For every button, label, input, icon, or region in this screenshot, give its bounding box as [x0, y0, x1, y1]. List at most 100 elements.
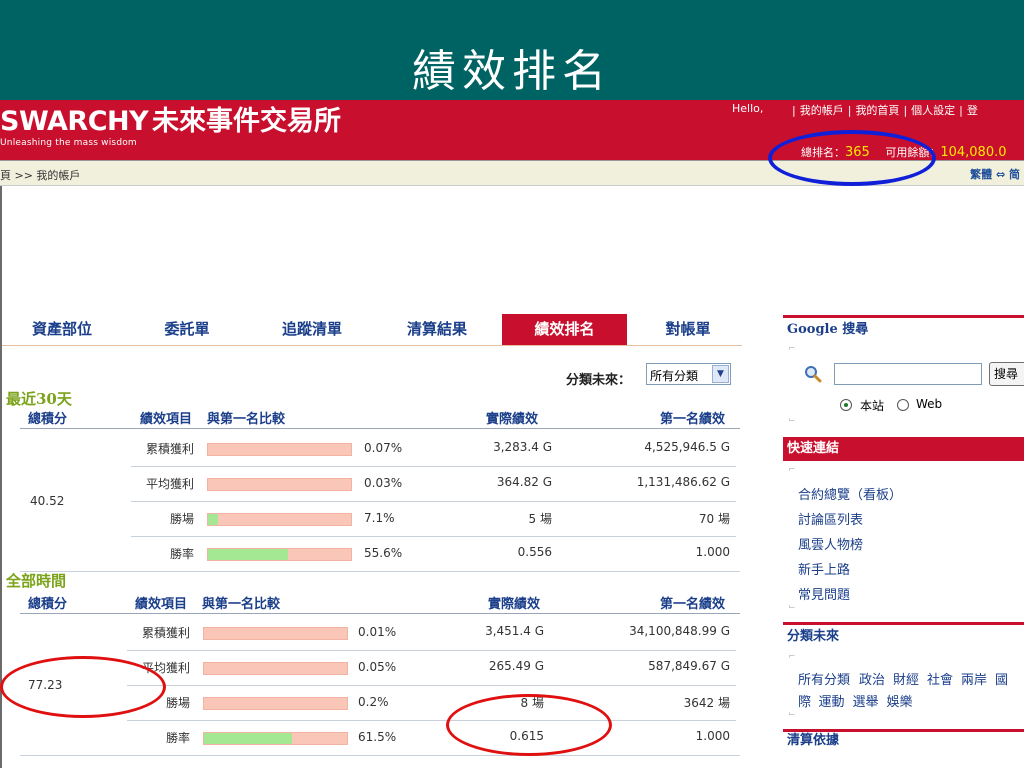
- corner-mark: ⌙: [788, 709, 796, 719]
- metric-label: 勝率: [169, 547, 194, 561]
- category-select[interactable]: 所有分類 ▼: [646, 363, 731, 385]
- row-divider: [131, 466, 736, 467]
- my-homepage-link[interactable]: 我的首頁: [855, 104, 899, 117]
- header-total-score: 總積分: [28, 412, 68, 427]
- tab-positions[interactable]: 資產部位: [2, 314, 122, 345]
- quick-link-newbie[interactable]: 新手上路: [798, 559, 850, 578]
- categories-title: 分類未來: [783, 622, 1024, 646]
- search-input[interactable]: [834, 363, 982, 385]
- actual-value: 0.556: [517, 545, 552, 559]
- row-divider: [127, 685, 736, 686]
- first-place-value: 587,849.67 G: [648, 659, 730, 673]
- comparison-percent: 61.5%: [358, 730, 397, 744]
- metric-label: 累積獲利: [141, 626, 190, 640]
- category-link[interactable]: 政治: [859, 669, 885, 688]
- corner-mark: ⌐: [788, 465, 796, 475]
- radio-site[interactable]: [840, 399, 852, 411]
- header-item: 績效項目: [135, 597, 188, 612]
- row-divider: [20, 571, 740, 572]
- logo-wordmark[interactable]: SWARCHY: [0, 106, 149, 138]
- header-first: 第一名績效: [660, 412, 726, 427]
- quick-link-contracts[interactable]: 合約總覽（看板）: [798, 484, 902, 503]
- comparison-bar: [203, 627, 348, 640]
- comparison-bar: [203, 732, 348, 745]
- category-link[interactable]: 所有分類: [798, 669, 850, 688]
- row-divider: [127, 650, 736, 651]
- divider: [20, 428, 740, 429]
- category-link[interactable]: 運動: [819, 691, 845, 710]
- clearing-basis-title: 清算依據: [783, 729, 1024, 749]
- link-separator: |: [903, 104, 908, 117]
- comparison-percent: 0.2%: [358, 695, 389, 709]
- row-divider: [127, 720, 736, 721]
- category-link[interactable]: 際: [798, 691, 811, 710]
- category-filter-label: 分類未來：: [566, 373, 632, 388]
- logo-tagline: Unleashing the mass wisdom: [0, 138, 137, 148]
- comparison-percent: 0.01%: [358, 625, 397, 639]
- radio-site-label: 本站: [860, 399, 885, 413]
- metric-label: 平均獲利: [145, 477, 194, 491]
- search-button[interactable]: 搜尋: [989, 362, 1024, 386]
- quick-link-faq[interactable]: 常見問題: [798, 584, 850, 603]
- google-search-title: Google 搜尋: [783, 315, 1024, 339]
- category-select-value: 所有分類: [650, 369, 699, 383]
- greeting: Hello,: [732, 102, 764, 115]
- comparison-bar: [207, 548, 352, 561]
- comparison-percent: 0.03%: [364, 476, 403, 490]
- link-separator: |: [959, 104, 963, 117]
- category-link[interactable]: 國: [995, 669, 1008, 688]
- first-place-value: 34,100,848.99 G: [629, 624, 730, 638]
- account-tabs: 資產部位 委託單 追蹤清單 清算結果 績效排名 對帳單: [2, 314, 742, 346]
- corner-mark: ⌐: [788, 652, 796, 662]
- tab-performance-ranking[interactable]: 績效排名: [502, 314, 627, 345]
- tab-orders[interactable]: 委託單: [127, 314, 247, 345]
- language-switch[interactable]: 繁體 ⇔ 简: [970, 166, 1020, 182]
- slide-title: 績效排名: [412, 46, 612, 97]
- comparison-bar-fill: [208, 514, 218, 525]
- row-divider: [131, 501, 736, 502]
- comparison-bar-fill: [208, 549, 288, 560]
- comparison-percent: 7.1%: [364, 511, 395, 525]
- comparison-percent: 0.07%: [364, 441, 403, 455]
- metric-label: 累積獲利: [145, 442, 194, 456]
- settings-link[interactable]: 個人設定: [911, 104, 955, 117]
- comparison-bar: [203, 662, 348, 675]
- quick-links-title: 快速連結: [783, 437, 1024, 461]
- category-link[interactable]: 娛樂: [887, 691, 913, 710]
- funds-value: 104,080.0: [940, 145, 1007, 160]
- category-link[interactable]: 兩岸: [961, 669, 987, 688]
- corner-mark: ⌙: [788, 415, 796, 425]
- actual-value: 265.49 G: [488, 659, 544, 673]
- header-total-score: 總積分: [28, 597, 68, 612]
- tab-settlement[interactable]: 清算結果: [377, 314, 497, 345]
- header-actual: 實際績效: [488, 597, 541, 612]
- tab-watchlist[interactable]: 追蹤清單: [252, 314, 372, 345]
- actual-value: 364.82 G: [496, 475, 552, 489]
- quick-link-leaders[interactable]: 風雲人物榜: [798, 534, 863, 553]
- total-score: 40.52: [30, 494, 65, 508]
- category-link[interactable]: 社會: [927, 669, 953, 688]
- corner-mark: ⌐: [788, 344, 796, 354]
- header-compare: 與第一名比較: [207, 412, 286, 427]
- actual-value: 5 場: [528, 512, 552, 526]
- annotation-ellipse: [446, 694, 612, 756]
- category-link[interactable]: 選舉: [853, 691, 879, 710]
- comparison-percent: 0.05%: [358, 660, 397, 674]
- quick-link-forum[interactable]: 討論區列表: [798, 509, 863, 528]
- search-icon: [805, 366, 822, 383]
- corner-mark: ⌙: [788, 602, 796, 612]
- login-link[interactable]: 登: [967, 104, 978, 117]
- tab-statement[interactable]: 對帳單: [632, 314, 744, 345]
- section-title-alltime: 全部時間: [6, 572, 67, 590]
- breadcrumb[interactable]: 頁 >> 我的帳戶: [0, 167, 80, 183]
- radio-web[interactable]: [897, 399, 909, 411]
- comparison-bar: [207, 478, 352, 491]
- chevron-down-icon[interactable]: ▼: [712, 365, 729, 383]
- category-link[interactable]: 財經: [893, 669, 919, 688]
- first-place-value: 4,525,946.5 G: [644, 440, 730, 454]
- first-place-value: 70 場: [698, 512, 730, 526]
- header-item: 績效項目: [140, 412, 193, 427]
- annotation-ellipse: [0, 656, 166, 718]
- my-account-link[interactable]: 我的帳戶: [800, 104, 844, 117]
- section-title-recent: 最近30天: [6, 390, 72, 408]
